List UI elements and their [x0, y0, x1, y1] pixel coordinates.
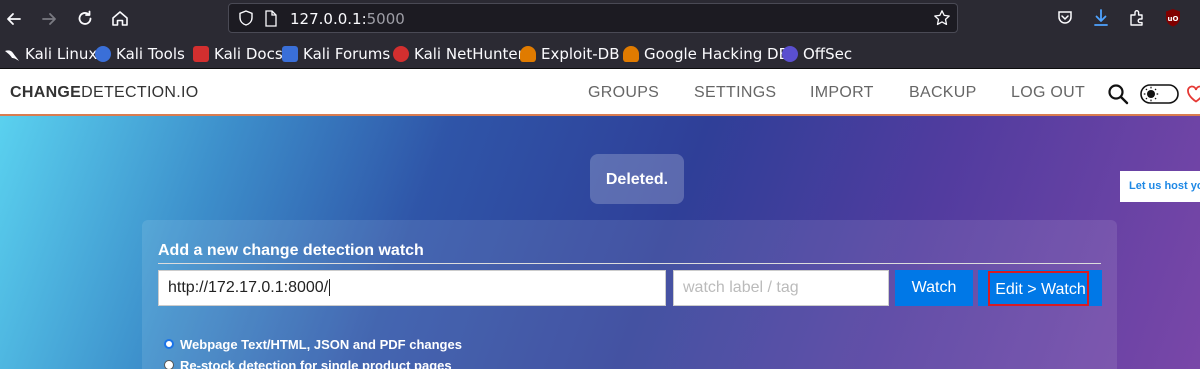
edit-watch-label: Edit > Watch [995, 281, 1086, 298]
forward-arrow-icon[interactable] [36, 6, 62, 32]
url-host: 127.0.0.1: [290, 10, 367, 28]
theme-toggle[interactable] [1140, 83, 1180, 110]
kali-tools-icon [95, 46, 111, 62]
page-viewport: CHANGEDETECTION.IO GROUPS SETTINGS IMPOR… [0, 69, 1200, 369]
svg-text:uO: uO [1168, 15, 1179, 23]
bookmark-kali-linux[interactable]: Kali Linux [4, 44, 97, 64]
bookmark-label: Kali NetHunter [414, 45, 524, 63]
bookmark-label: Exploit-DB [541, 45, 620, 63]
offsec-icon [782, 46, 798, 62]
option-label: Re-stock detection for single product pa… [180, 357, 452, 369]
bookmark-kali-forums[interactable]: Kali Forums [282, 44, 390, 64]
new-watch-form: Add a new change detection watch http://… [142, 220, 1117, 369]
reload-icon[interactable] [72, 6, 98, 32]
ublock-icon[interactable]: uO [1164, 8, 1182, 33]
form-title: Add a new change detection watch [158, 242, 424, 259]
edit-watch-button[interactable]: Edit > Watch [988, 271, 1089, 306]
bookmark-google-hacking-db[interactable]: Google Hacking DB [623, 44, 789, 64]
url-port: 5000 [366, 10, 405, 28]
menu-backup[interactable]: BACKUP [909, 84, 977, 102]
bookmark-offsec[interactable]: OffSec [782, 44, 852, 64]
extensions-icon[interactable] [1128, 9, 1146, 32]
text-caret [329, 279, 331, 297]
option-webpage-text[interactable]: Webpage Text/HTML, JSON and PDF changes [164, 335, 462, 353]
bookmark-label: Kali Docs [214, 45, 283, 63]
radio-unchecked[interactable] [164, 360, 174, 369]
bookmark-exploit-db[interactable]: Exploit-DB [520, 44, 620, 64]
hosting-banner[interactable]: Let us host yo [1120, 171, 1200, 202]
url-text[interactable]: 127.0.0.1:5000 [290, 10, 405, 28]
url-input-value: http://172.17.0.1:8000/ [168, 279, 329, 296]
brand-bold: CHANGE [10, 84, 82, 101]
exploit-db-icon [520, 46, 536, 62]
bookmark-kali-nethunter[interactable]: Kali NetHunter [393, 44, 524, 64]
kali-dragon-icon [5, 50, 19, 61]
kali-forums-icon [282, 46, 298, 62]
kali-docs-icon [193, 46, 209, 62]
brand-logo[interactable]: CHANGEDETECTION.IO [10, 84, 199, 102]
bookmark-label: Kali Forums [303, 45, 391, 63]
pocket-icon[interactable] [1056, 9, 1074, 32]
flash-message: Deleted. [590, 154, 684, 204]
address-bar[interactable]: 127.0.0.1:5000 [228, 3, 958, 33]
url-input[interactable]: http://172.17.0.1:8000/ [158, 270, 666, 306]
search-icon[interactable] [1107, 83, 1129, 110]
shield-icon[interactable] [237, 9, 255, 32]
bookmark-kali-docs[interactable]: Kali Docs [193, 44, 283, 64]
bookmark-label: Google Hacking DB [644, 45, 789, 63]
bookmark-label: Kali Tools [116, 45, 185, 63]
tag-input[interactable]: watch label / tag [673, 270, 889, 306]
menu-groups[interactable]: GROUPS [588, 84, 659, 102]
bookmark-label: Kali Linux [25, 45, 98, 63]
ghdb-icon [623, 46, 639, 62]
browser-toolbar: 127.0.0.1:5000 uO [0, 0, 1200, 38]
page-icon [264, 10, 278, 32]
app-header: CHANGEDETECTION.IO GROUPS SETTINGS IMPOR… [0, 69, 1200, 116]
watch-button[interactable]: Watch [895, 270, 973, 306]
home-icon[interactable] [107, 6, 133, 32]
form-divider [158, 263, 1101, 264]
radio-checked[interactable] [164, 339, 174, 349]
bookmarks-bar: Kali Linux Kali Tools Kali Docs Kali For… [0, 38, 1200, 69]
bookmark-star-icon[interactable] [933, 9, 951, 32]
brand-rest: DETECTION.IO [81, 84, 199, 101]
bookmark-kali-tools[interactable]: Kali Tools [95, 44, 185, 64]
hero-background: Deleted. Let us host yo Add a new change… [0, 116, 1200, 369]
bookmark-label: OffSec [803, 45, 853, 63]
menu-log-out[interactable]: LOG OUT [1011, 84, 1085, 102]
menu-settings[interactable]: SETTINGS [694, 84, 776, 102]
downloads-icon[interactable] [1092, 8, 1110, 33]
back-arrow-icon[interactable] [1, 6, 27, 32]
heart-icon[interactable] [1186, 84, 1200, 109]
option-restock[interactable]: Re-stock detection for single product pa… [164, 356, 452, 369]
menu-import[interactable]: IMPORT [810, 84, 874, 102]
nethunter-icon [393, 46, 409, 62]
option-label: Webpage Text/HTML, JSON and PDF changes [180, 336, 462, 352]
